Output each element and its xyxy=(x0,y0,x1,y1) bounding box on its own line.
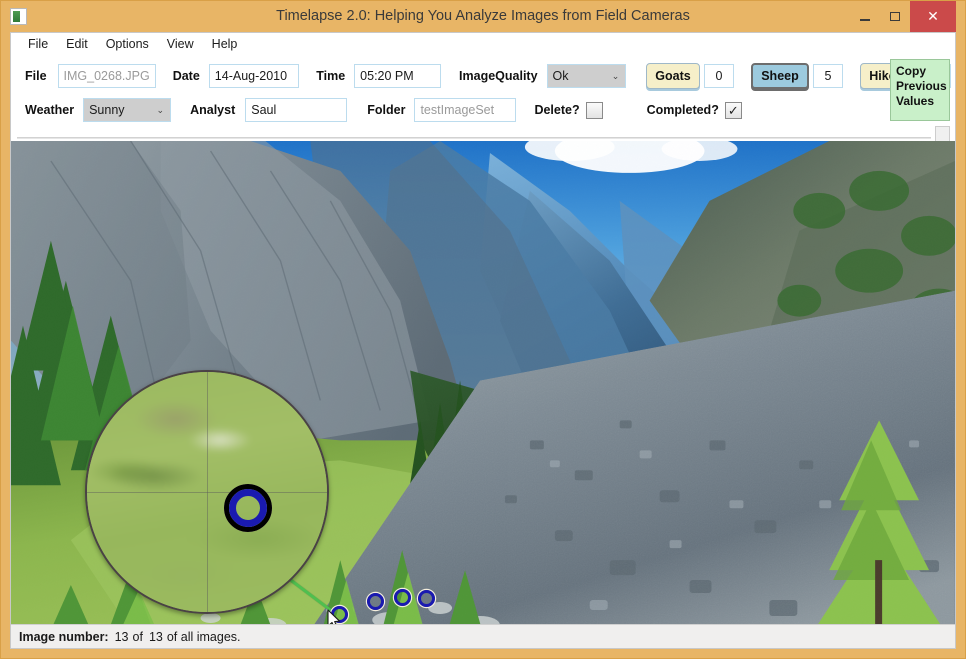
image-number-of: of xyxy=(132,629,143,644)
menu-file[interactable]: File xyxy=(19,35,57,53)
weather-label: Weather xyxy=(25,103,75,117)
folder-field: testImageSet xyxy=(414,98,517,122)
marker-sheep-2[interactable] xyxy=(366,592,384,610)
image-number-suffix: of all images. xyxy=(166,629,241,644)
magnifier-glass xyxy=(85,370,329,614)
mouse-cursor xyxy=(327,609,341,624)
analyst-field[interactable]: Saul xyxy=(245,98,348,122)
counter-value-goats[interactable]: 0 xyxy=(703,64,735,88)
crosshair-vertical xyxy=(207,372,208,612)
image-number-total: 13 xyxy=(148,629,163,644)
file-field: IMG_0268.JPG xyxy=(57,64,156,88)
copy-line-2: Previous xyxy=(896,79,947,93)
chevron-down-icon: ⌄ xyxy=(611,71,620,81)
image-quality-label: ImageQuality xyxy=(459,69,538,83)
status-bar: Image number: 13 of 13 of all images. xyxy=(11,624,955,648)
completed-label: Completed? xyxy=(646,103,719,117)
marker-sheep-3[interactable] xyxy=(393,588,411,606)
delete-label: Delete? xyxy=(534,103,580,117)
image-display-area[interactable]: Sheep xyxy=(11,141,955,624)
window-title: Timelapse 2.0: Helping You Analyze Image… xyxy=(276,8,690,24)
weather-select[interactable]: Sunny ⌄ xyxy=(83,98,172,122)
copy-line-1: Copy xyxy=(896,64,926,78)
client-area: File Edit Options View Help File IMG_026… xyxy=(10,32,956,649)
app-icon xyxy=(10,8,27,25)
menu-options[interactable]: Options xyxy=(97,35,158,53)
application-window: Timelapse 2.0: Helping You Analyze Image… xyxy=(0,0,966,659)
minimize-button[interactable] xyxy=(850,1,880,32)
copy-line-3: Values xyxy=(896,94,935,108)
image-quality-value: Ok xyxy=(552,69,569,83)
maximize-button[interactable] xyxy=(880,1,910,32)
date-field[interactable]: 14-Aug-2010 xyxy=(208,64,300,88)
chevron-down-icon: ⌄ xyxy=(156,105,165,115)
time-label: Time xyxy=(316,69,346,83)
image-quality-select[interactable]: Ok ⌄ xyxy=(546,64,627,88)
analyst-label: Analyst xyxy=(190,103,236,117)
data-entry-panel: File IMG_0268.JPG Date 14-Aug-2010 Time … xyxy=(11,55,955,143)
time-field[interactable]: 05:20 PM xyxy=(354,64,442,88)
completed-checkbox[interactable]: ✓ xyxy=(724,101,742,119)
copy-previous-values-button[interactable]: Copy Previous Values xyxy=(890,59,950,121)
counter-button-goats[interactable]: Goats xyxy=(646,63,700,89)
image-number-label: Image number: xyxy=(19,629,109,644)
menu-bar: File Edit Options View Help xyxy=(11,33,955,55)
magnified-sheep-marker xyxy=(224,484,272,532)
panel-divider xyxy=(17,137,931,139)
close-button[interactable]: ✕ xyxy=(910,1,956,32)
counter-button-sheep[interactable]: Sheep xyxy=(751,63,809,89)
window-controls: ✕ xyxy=(850,1,965,32)
title-bar: Timelapse 2.0: Helping You Analyze Image… xyxy=(1,1,965,32)
menu-edit[interactable]: Edit xyxy=(57,35,97,53)
image-number-current: 13 xyxy=(114,629,129,644)
counter-value-sheep[interactable]: 5 xyxy=(812,64,844,88)
menu-help[interactable]: Help xyxy=(203,35,247,53)
delete-checkbox[interactable] xyxy=(585,101,603,119)
file-label: File xyxy=(25,69,47,83)
marker-sheep-4[interactable] xyxy=(417,589,435,607)
folder-label: Folder xyxy=(367,103,406,117)
weather-value: Sunny xyxy=(89,103,125,117)
menu-view[interactable]: View xyxy=(158,35,203,53)
date-label: Date xyxy=(172,69,200,83)
